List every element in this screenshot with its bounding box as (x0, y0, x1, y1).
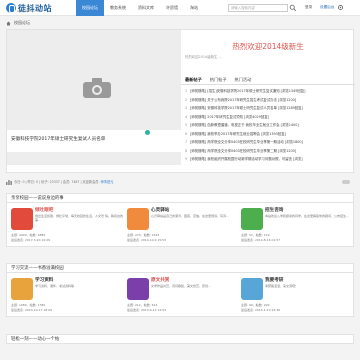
section-header-fun[interactable]: 轻松一刻——动心一个帖 (6, 334, 354, 344)
home-icon[interactable] (6, 21, 11, 26)
board-description: 学习资料、课件、考试资料等 (35, 284, 75, 288)
post-list: 1 [师苑随笔] [招生]安徽科技学院2017年硕士研究生复试通知 [浏览1349… (185, 87, 351, 164)
list-item[interactable]: 9 [师苑随笔] 我校组织开展校园行动新学期活动学习问题对照，可留言 [浏览] (185, 155, 351, 164)
welcome-subtitle: 热烈欢迎2014级新生 ... (185, 55, 222, 59)
board-last-post: 最后发表: 2014-8-16 01:57 (241, 238, 281, 242)
board-description: 本站欢迎入学和报考的同学，在这里解答你的疑问，公布招生... (265, 214, 349, 218)
welcome-banner: 热烈欢迎2014级新生 热烈欢迎2014级新生 ... (181, 30, 355, 70)
board-last-post: 最后发表: 2014-9-12 14:53 (127, 308, 167, 312)
board-stats: 主题: 99，帖数: 299 (241, 303, 270, 307)
board-description: 心灵驿站是自己的港湾，困惑、苦恼，在这里倾诉，写诗... (151, 214, 229, 218)
board-card[interactable]: 我要考研 考研路漫漫，来交流吧！ 主题: 99，帖数: 299 最后发表: 20… (241, 276, 353, 314)
board-last-post: 最后发表: 2015-1-19 23:36 (241, 308, 281, 312)
nav-item-forum[interactable]: 校园论坛 (76, 0, 104, 16)
board-card[interactable]: 倾吐眼吧 倾出生活凯歌，倾吐平常，每天校园的生活，人文景 情，聊身边的事... … (11, 206, 123, 244)
logo-mark-icon (6, 3, 16, 13)
board-stats: 主题: 1089，帖数: 1789 (11, 303, 46, 307)
board-title[interactable]: 倾吐眼吧 (35, 207, 53, 213)
top-bar: 徒抖动站 www.XXxxxx.com 校园论坛 教务系统 资料文库 许愿墙 淘… (0, 0, 360, 16)
breadcrumb: 校园论坛 (6, 20, 30, 26)
list-item[interactable]: 5 [师苑随笔] 血脉教遵循道，电视正于 我校毕业生就业工作会 [浏览1400] (185, 121, 351, 130)
list-item[interactable]: 6 [师苑随笔] 我校举办2017年研究生就业招聘会 [浏览1393回复] (185, 130, 351, 139)
welcome-title: 热烈欢迎2014级新生 (232, 42, 304, 51)
board-thumbnail (11, 278, 33, 300)
board-thumbnail (241, 208, 263, 230)
list-item[interactable]: 8 [师苑随笔] 商学院全文分享0403在校研究生毕业季第二期 [浏览1200] (185, 147, 351, 156)
section-study: 学习资料 学习资料、课件、考试资料等 主题: 1089，帖数: 1789 最后发… (6, 273, 354, 317)
camera-icon (83, 78, 111, 98)
forum-overview-panel: 安徽科技学院2017年硕士研究生复试人员名单 热烈欢迎2014级新生 热烈欢迎2… (6, 29, 355, 174)
board-thumbnail (241, 278, 263, 300)
board-title[interactable]: 原文共赏 (151, 277, 169, 283)
board-last-post: 最后发表: 2017-3-20 10:29 (11, 238, 51, 242)
board-title[interactable]: 招生咨询 (265, 207, 283, 213)
board-last-post: 最后发表: 2014-10-9 15:53 (127, 238, 167, 242)
nav-item-wish-wall[interactable]: 许愿墙 (160, 0, 184, 16)
section-campus-life: 倾吐眼吧 倾出生活凯歌，倾吐平常，每天校园的生活，人文景 情，聊身边的事... … (6, 203, 354, 247)
announcement-column: 热烈欢迎2014级新生 热烈欢迎2014级新生 ... 最新帖子 热门帖子 热门… (181, 30, 355, 174)
breadcrumb-current[interactable]: 校园论坛 (14, 20, 30, 26)
board-thumbnail (11, 208, 33, 230)
post-tabs: 最新帖子 热门帖子 热门活动 (181, 75, 355, 85)
collapse-toggle-icon[interactable] (342, 180, 350, 184)
newest-member-link[interactable]: 师事是元 (101, 180, 114, 184)
board-card[interactable]: 招生咨询 本站欢迎入学和报考的同学，在这里解答你的疑问，公布招生... 主题: … (241, 206, 353, 244)
board-thumbnail (127, 278, 149, 300)
search-input[interactable]: 请输入搜索内容 (228, 4, 288, 12)
board-title[interactable]: 心灵驿站 (151, 207, 169, 213)
board-description: 倾出生活凯歌，倾吐平常，每天校园的生活，人文景 情，聊身边的事... (35, 214, 123, 222)
list-item[interactable]: 4 [师苑随笔] 2017年研究生复试须知 [浏览4029回复] (185, 113, 351, 122)
board-card[interactable]: 学习资料 学习资料、课件、考试资料等 主题: 1089，帖数: 1789 最后发… (11, 276, 123, 314)
main-nav: 校园论坛 教务系统 资料文库 许愿墙 淘站 (76, 0, 204, 16)
stats-icon (6, 180, 12, 185)
tab-hot-posts[interactable]: 热门帖子 (206, 75, 231, 85)
login-link[interactable]: 登录 (305, 5, 312, 10)
search-icon[interactable] (289, 4, 297, 12)
section-header-campus-life[interactable]: 亲亲校园——说说身边的事 (6, 193, 354, 203)
board-thumbnail (127, 208, 149, 230)
slide-indicator-dot[interactable] (145, 130, 150, 135)
board-title[interactable]: 学习资料 (35, 277, 53, 283)
board-stats: 主题: 4400，帖数: 4889 (11, 233, 46, 237)
board-description: 考研路漫漫，来交流吧！ (265, 284, 299, 288)
nav-item-shop[interactable]: 淘站 (184, 0, 204, 16)
list-item[interactable]: 7 [师苑随笔] 商学院全文分享0403在校研究生毕业季第一期活动 [浏览1800… (185, 138, 351, 147)
settings-link[interactable]: 设置后台 (320, 5, 334, 10)
brand-tagline: www.XXxxxx.com (17, 10, 41, 13)
board-last-post: 最后发表: 2014-10-17 18:09 (11, 308, 52, 312)
board-stats: 主题: 273，帖数: 2424 (127, 233, 160, 237)
nav-item-library[interactable]: 资料文库 (132, 0, 160, 16)
board-stats: 主题: 52，帖数: 129 (241, 233, 270, 237)
board-card[interactable]: 原文共赏 文学作品共赏、诗词歌赋、美文欣赏、原创... 主题: 212，帖数: … (127, 276, 239, 314)
board-card[interactable]: 心灵驿站 心灵驿站是自己的港湾，困惑、苦恼，在这里倾诉，写诗... 主题: 27… (127, 206, 239, 244)
list-item[interactable]: 3 [师苑随笔] 安徽科技学院2017年硕士研究生复试人员名单 [浏览1289回复… (185, 104, 351, 113)
section-header-study[interactable]: 学习交流——书香溢满校园 (6, 263, 354, 273)
gear-icon[interactable] (337, 4, 344, 11)
nav-item-academic[interactable]: 教务系统 (104, 0, 132, 16)
list-item[interactable]: 1 [师苑随笔] [招生]安徽科技学院2017年硕士研究生复试通知 [浏览1349… (185, 87, 351, 96)
forum-stats: 今日: 0 | 昨日: 0 | 帖子: 23337 | 会员: 7487 | 欢… (14, 179, 113, 184)
list-item[interactable]: 2 [师苑随笔] 关于公布我院2017年研究生招生考试复试办法 [浏览1200] (185, 96, 351, 105)
featured-slideshow[interactable]: 安徽科技学院2017年硕士研究生复试人员名单 (7, 30, 181, 165)
slide-caption[interactable]: 安徽科技学院2017年硕士研究生复试人员名单 (7, 130, 181, 152)
forum-stats-text: 今日: 0 | 昨日: 0 | 帖子: 23337 | 会员: 7487 | 欢… (14, 180, 100, 184)
tab-latest[interactable]: 最新帖子 (181, 75, 206, 85)
board-title[interactable]: 我要考研 (265, 277, 283, 283)
board-stats: 主题: 212，帖数: 614 (127, 303, 158, 307)
board-description: 文学作品共赏、诗词歌赋、美文欣赏、原创... (151, 284, 211, 288)
tab-hot-events[interactable]: 热门活动 (231, 75, 256, 85)
